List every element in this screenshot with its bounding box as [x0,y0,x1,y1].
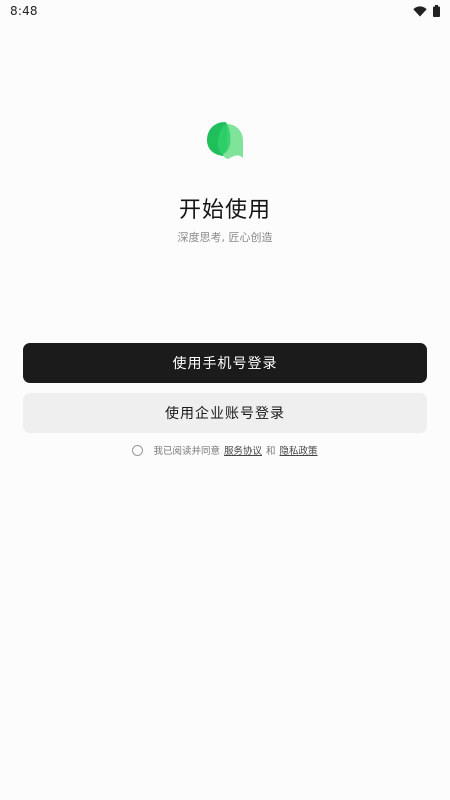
status-bar: 8:48 [0,0,450,22]
page-subtitle: 深度思考, 匠心创造 [177,231,273,244]
app-logo-icon [205,120,245,162]
agreement-row: 我已阅读并同意 服务协议 和 隐私政策 [0,443,450,457]
status-time: 8:48 [10,4,38,18]
privacy-policy-link[interactable]: 隐私政策 [280,443,318,457]
terms-of-service-link[interactable]: 服务协议 [224,443,262,457]
enterprise-login-button[interactable]: 使用企业账号登录 [23,393,427,433]
agreement-conjunction: 和 [266,446,276,457]
agreement-prefix: 我已阅读并同意 [153,446,220,457]
wifi-icon [413,5,427,17]
status-icons [413,5,440,17]
page-title: 开始使用 [178,198,271,223]
battery-icon [433,5,440,17]
agreement-checkbox[interactable] [132,444,144,456]
login-screen: 8:48 开始使用 深度思考, 匠心创造 使用手机号登录 使用企业账号登录 我已… [0,0,450,800]
phone-login-button[interactable]: 使用手机号登录 [23,343,427,383]
